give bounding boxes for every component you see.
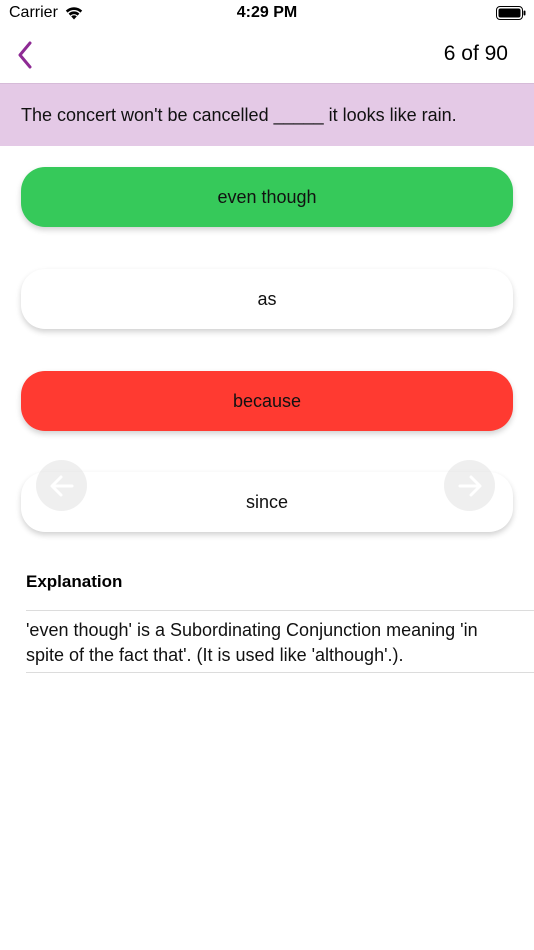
answer-option-4[interactable]: since [21,472,513,532]
battery-icon [496,6,526,20]
chevron-left-icon [18,41,32,69]
answer-option-2[interactable]: as [21,269,513,329]
explanation-text: 'even though' is a Subordinating Conjunc… [26,620,478,665]
answer-label: since [245,491,289,512]
back-button[interactable] [10,38,40,72]
answer-label: because [232,390,302,411]
arrow-left-icon [50,475,73,496]
next-question-button[interactable] [444,460,495,511]
quiz-screen: Carrier 4:29 PM 6 of 90 The concert won'… [0,0,534,950]
question-text: The concert won't be cancelled _____ it … [21,104,457,125]
navigation-bar: 6 of 90 [0,30,534,83]
divider [26,672,534,673]
answer-label: even though [217,186,317,207]
question-band: The concert won't be cancelled _____ it … [0,83,534,146]
divider [26,610,534,611]
answer-option-3[interactable]: because [21,371,513,431]
status-bar: Carrier 4:29 PM [0,0,534,30]
arrow-right-icon [458,475,481,496]
status-time: 4:29 PM [236,4,298,21]
previous-question-button[interactable] [36,460,87,511]
question-counter: 6 of 90 [443,42,508,65]
answer-label: as [257,288,277,309]
explanation-title: Explanation [26,572,123,591]
answer-option-1[interactable]: even though [21,167,513,227]
